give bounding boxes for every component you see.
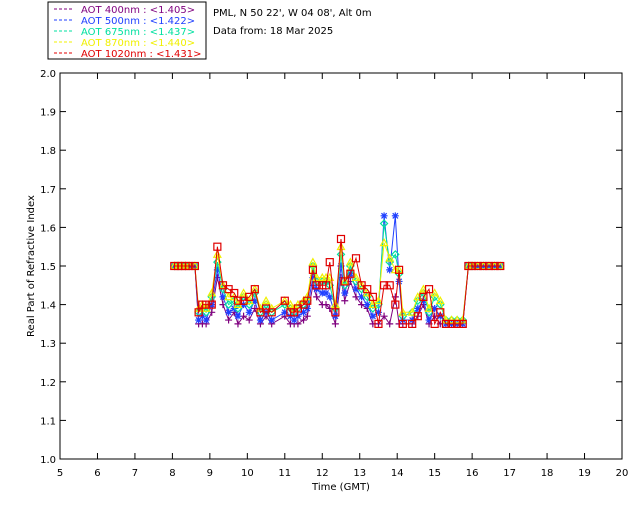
y-tick-label: 1.5 <box>40 262 56 273</box>
x-tick-label: 14 <box>391 468 404 479</box>
data-date-info: Data from: 18 Mar 2025 <box>213 26 333 37</box>
x-tick-label: 7 <box>132 468 138 479</box>
x-tick-label: 17 <box>503 468 516 479</box>
y-tick-label: 1.3 <box>40 339 56 350</box>
data-point <box>341 297 349 305</box>
x-axis-label: Time (GMT) <box>311 482 370 493</box>
data-point <box>245 308 253 316</box>
x-tick-label: 19 <box>578 468 591 479</box>
axes: 5 6 7 8 9 10 11 12 13 14 15 16 17 18 19 20 1.0 1.1 1.2 1.3 1… <box>40 69 628 479</box>
legend-label-2: AOT 675nm : <1.437> <box>81 27 195 38</box>
x-tick-label: 12 <box>316 468 329 479</box>
data-point <box>268 316 276 324</box>
x-tick-label: 6 <box>94 468 100 479</box>
data-point <box>245 316 253 324</box>
data-point <box>369 312 377 320</box>
y-tick-label: 1.4 <box>40 301 56 312</box>
x-tick-label: 10 <box>241 468 254 479</box>
data-point <box>331 320 339 328</box>
y-tick-label: 1.9 <box>40 108 56 119</box>
y-tick-label: 1.2 <box>40 378 56 389</box>
data-point <box>341 289 349 297</box>
x-tick-label: 8 <box>169 468 175 479</box>
y-axis-label: Real Part of Refractive Index <box>26 195 37 337</box>
data-point <box>391 212 399 220</box>
data-point <box>313 293 321 301</box>
legend-label-0: AOT 400nm : <1.405> <box>81 5 195 16</box>
x-tick-label: 9 <box>207 468 213 479</box>
x-tick-label: 5 <box>57 468 63 479</box>
data-point <box>386 320 394 328</box>
legend-label-1: AOT 500nm : <1.422> <box>81 16 195 27</box>
x-tick-label: 13 <box>353 468 366 479</box>
data-point <box>225 308 233 316</box>
y-tick-label: 1.8 <box>40 146 56 157</box>
data-point <box>202 316 210 324</box>
series-layer <box>169 212 505 328</box>
x-tick-label: 18 <box>541 468 554 479</box>
legend-label-3: AOT 870nm : <1.440> <box>81 38 195 49</box>
data-point <box>234 312 242 320</box>
legend-label-4: AOT 1020nm : <1.431> <box>81 49 201 60</box>
x-tick-label: 16 <box>466 468 479 479</box>
y-tick-label: 1.6 <box>40 223 56 234</box>
y-tick-label: 1.1 <box>40 416 56 427</box>
x-tick-label: 11 <box>278 468 291 479</box>
x-tick-label: 20 <box>616 468 629 479</box>
y-tick-label: 1.7 <box>40 185 56 196</box>
refractive-index-chart: AOT 400nm : <1.405>AOT 500nm : <1.422>AO… <box>26 1 628 493</box>
data-point <box>380 212 388 220</box>
data-point <box>225 316 233 324</box>
data-point <box>256 316 264 324</box>
data-point <box>380 312 388 320</box>
data-point <box>234 320 242 328</box>
y-tick-label: 2.0 <box>40 69 56 80</box>
x-tick-label: 15 <box>428 468 441 479</box>
location-info: PML, N 50 22', W 04 08', Alt 0m <box>213 8 372 19</box>
y-tick-label: 1.0 <box>40 455 56 466</box>
